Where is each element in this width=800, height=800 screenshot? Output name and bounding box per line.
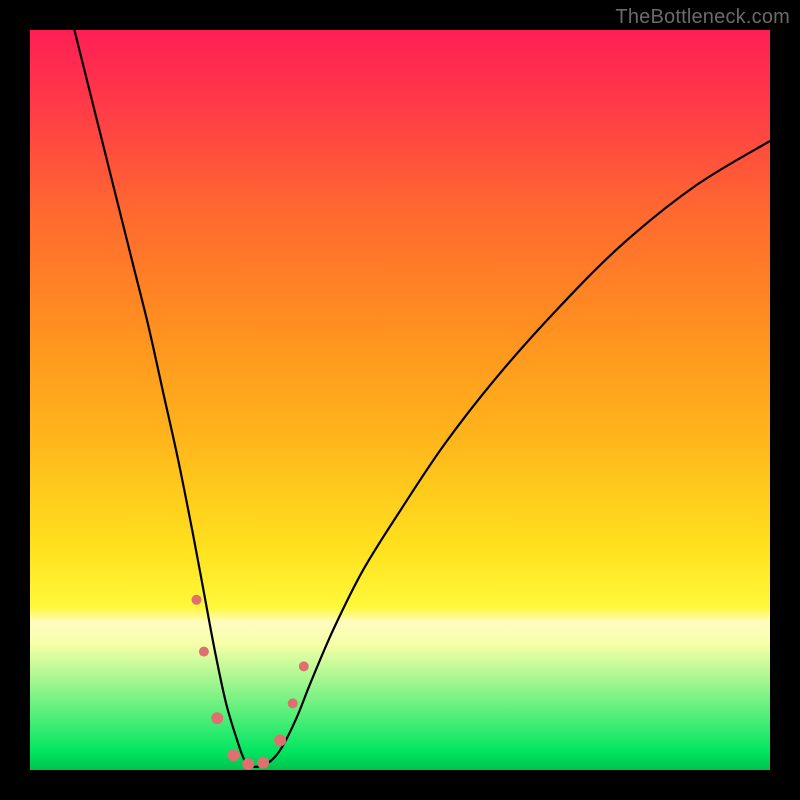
curve-marker [274, 734, 286, 746]
curve-marker [242, 758, 254, 770]
chart-frame: TheBottleneck.com [0, 0, 800, 800]
curve-marker [211, 712, 223, 724]
curve-marker [228, 749, 240, 761]
curve-marker [257, 757, 269, 769]
gradient-background [30, 30, 770, 770]
curve-marker [192, 595, 202, 605]
curve-marker [199, 647, 209, 657]
bottleneck-chart [30, 30, 770, 770]
curve-marker [299, 661, 309, 671]
plot-area [30, 30, 770, 770]
attribution-label: TheBottleneck.com [615, 6, 790, 29]
curve-marker [288, 698, 298, 708]
